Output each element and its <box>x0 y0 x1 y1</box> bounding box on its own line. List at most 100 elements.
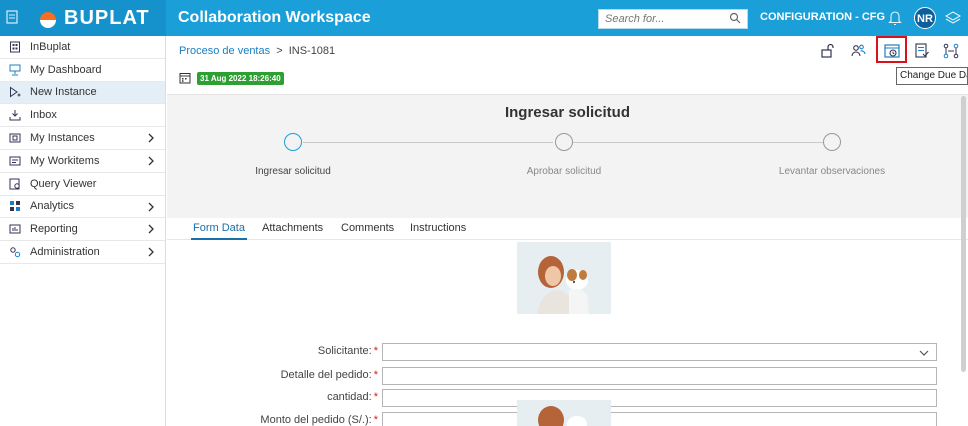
step-marker[interactable] <box>555 133 573 151</box>
due-date-badge: 31 Aug 2022 18:26:40 <box>197 71 284 85</box>
field-label-text: cantidad: <box>327 391 372 403</box>
field-label-text: Solicitante: <box>317 345 372 357</box>
stepper: Ingresar solicitud Aprobar solicitud Lev… <box>167 133 968 183</box>
sidebar-item-my-dashboard[interactable]: My Dashboard <box>0 59 165 82</box>
form-icon[interactable] <box>913 42 931 60</box>
step-marker[interactable] <box>284 133 302 151</box>
step-label: Ingresar solicitud <box>255 166 331 177</box>
chevron-right-icon <box>147 201 157 213</box>
workflow-icon[interactable] <box>942 42 960 60</box>
breadcrumb-separator: > <box>276 45 283 57</box>
scrollbar[interactable] <box>961 96 966 372</box>
calendar-icon <box>179 72 191 84</box>
query-icon <box>8 177 22 191</box>
detalle-pedido-field[interactable] <box>382 367 937 385</box>
step-connector <box>303 142 553 143</box>
sidebar-item-label: Query Viewer <box>30 177 97 190</box>
search-input[interactable] <box>599 10 719 28</box>
sidebar-item-query-viewer[interactable]: Query Viewer <box>0 173 165 196</box>
chevron-right-icon <box>147 155 157 167</box>
field-label: Solicitante: * <box>318 345 378 357</box>
required-mark: * <box>373 391 378 403</box>
tab-form-data[interactable]: Form Data <box>191 218 247 240</box>
sidebar-item-my-workitems[interactable]: My Workitems <box>0 150 165 173</box>
search-icon[interactable] <box>729 12 741 24</box>
building-icon <box>8 40 22 54</box>
sidebar-item-label: New Instance <box>30 86 97 99</box>
sidebar-item-inbox[interactable]: Inbox <box>0 104 165 128</box>
sidebar-item-reporting[interactable]: Reporting <box>0 218 165 242</box>
inbox-icon <box>8 108 22 122</box>
sidebar-item-label: Inbox <box>30 109 57 122</box>
chevron-right-icon <box>147 246 157 258</box>
step-label: Levantar observaciones <box>778 166 886 177</box>
solicitante-select[interactable] <box>382 343 937 361</box>
sidebar-item-label: InBuplat <box>30 40 71 53</box>
users-icon[interactable] <box>849 42 867 60</box>
breadcrumb-parent-link[interactable]: Proceso de ventas <box>179 45 270 57</box>
step-label: Aprobar solicitud <box>526 166 602 177</box>
step-connector <box>573 142 823 143</box>
sidebar-item-label: My Dashboard <box>30 63 102 76</box>
sidebar-item-label: My Instances <box>30 132 95 145</box>
form-header-image <box>517 242 611 314</box>
chevron-down-icon[interactable] <box>919 348 929 356</box>
top-bar: BUPLAT Collaboration Workspace CONFIGURA… <box>0 0 968 36</box>
required-mark: * <box>373 345 378 357</box>
sidebar: InBuplat My Dashboard New Instance Inbox… <box>0 36 166 426</box>
stage-panel: Ingresar solicitud Ingresar solicitud Ap… <box>167 94 968 218</box>
step-marker[interactable] <box>823 133 841 151</box>
sidebar-item-analytics[interactable]: Analytics <box>0 196 165 219</box>
new-instance-icon <box>8 85 22 99</box>
reporting-icon <box>8 222 22 236</box>
sidebar-item-label: Analytics <box>30 200 75 213</box>
field-label: Detalle del pedido: * <box>281 369 378 381</box>
admin-icon <box>8 245 22 259</box>
tab-bar: Form Data Attachments Comments Instructi… <box>167 218 968 240</box>
analytics-icon <box>8 199 22 213</box>
workitems-icon <box>8 154 22 168</box>
instances-icon <box>8 131 22 145</box>
required-mark: * <box>373 369 378 381</box>
avatar[interactable]: NR <box>914 7 936 29</box>
chevron-right-icon <box>147 223 157 235</box>
field-label: Monto del pedido (S/.): * <box>260 414 378 426</box>
dashboard-icon <box>8 63 22 77</box>
cantidad-field[interactable] <box>382 389 937 407</box>
tab-comments[interactable]: Comments <box>339 218 396 240</box>
change-due-date-icon[interactable] <box>883 42 901 60</box>
breadcrumb: Proceso de ventas > INS-1081 <box>179 45 335 57</box>
breadcrumb-current: INS-1081 <box>288 45 336 57</box>
form-footer-image <box>517 400 611 426</box>
sidebar-item-administration[interactable]: Administration <box>0 241 165 264</box>
chevron-right-icon <box>147 132 157 144</box>
stage-title: Ingresar solicitud <box>504 104 631 121</box>
field-label-text: Detalle del pedido: <box>280 369 372 381</box>
sidebar-item-label: Administration <box>30 246 100 259</box>
unlock-icon[interactable] <box>818 42 836 60</box>
logo-text: BUPLAT <box>64 7 150 29</box>
sidebar-item-new-instance[interactable]: New Instance <box>0 81 165 105</box>
tab-attachments[interactable]: Attachments <box>260 218 325 240</box>
app-title: Collaboration Workspace <box>178 9 371 26</box>
form-area: Solicitante: * Detalle del pedido: * canti… <box>167 240 968 426</box>
monto-pedido-field[interactable] <box>382 412 937 426</box>
sidebar-item-inbuplat[interactable]: InBuplat <box>0 36 165 59</box>
layers-icon[interactable] <box>944 10 962 26</box>
form-row-solicitante: Solicitante: * <box>167 343 968 361</box>
tab-instructions[interactable]: Instructions <box>408 218 468 240</box>
due-date-row: 31 Aug 2022 18:26:40 <box>179 70 284 86</box>
notification-icon[interactable] <box>888 10 902 26</box>
field-label: cantidad: * <box>327 391 378 403</box>
menu-icon[interactable] <box>6 10 20 26</box>
search-box <box>598 9 748 29</box>
sidebar-item-label: Reporting <box>30 223 78 236</box>
configuration-label[interactable]: CONFIGURATION - CFG <box>760 11 885 23</box>
required-mark: * <box>373 414 378 426</box>
sidebar-item-label: My Workitems <box>30 154 100 167</box>
sidebar-item-my-instances[interactable]: My Instances <box>0 127 165 150</box>
form-row-detalle: Detalle del pedido: * <box>167 367 968 385</box>
main-content: Proceso de ventas > INS-1081 Change Due … <box>167 36 968 426</box>
field-label-text: Monto del pedido (S/.): <box>260 414 372 426</box>
logo-icon <box>38 8 58 28</box>
